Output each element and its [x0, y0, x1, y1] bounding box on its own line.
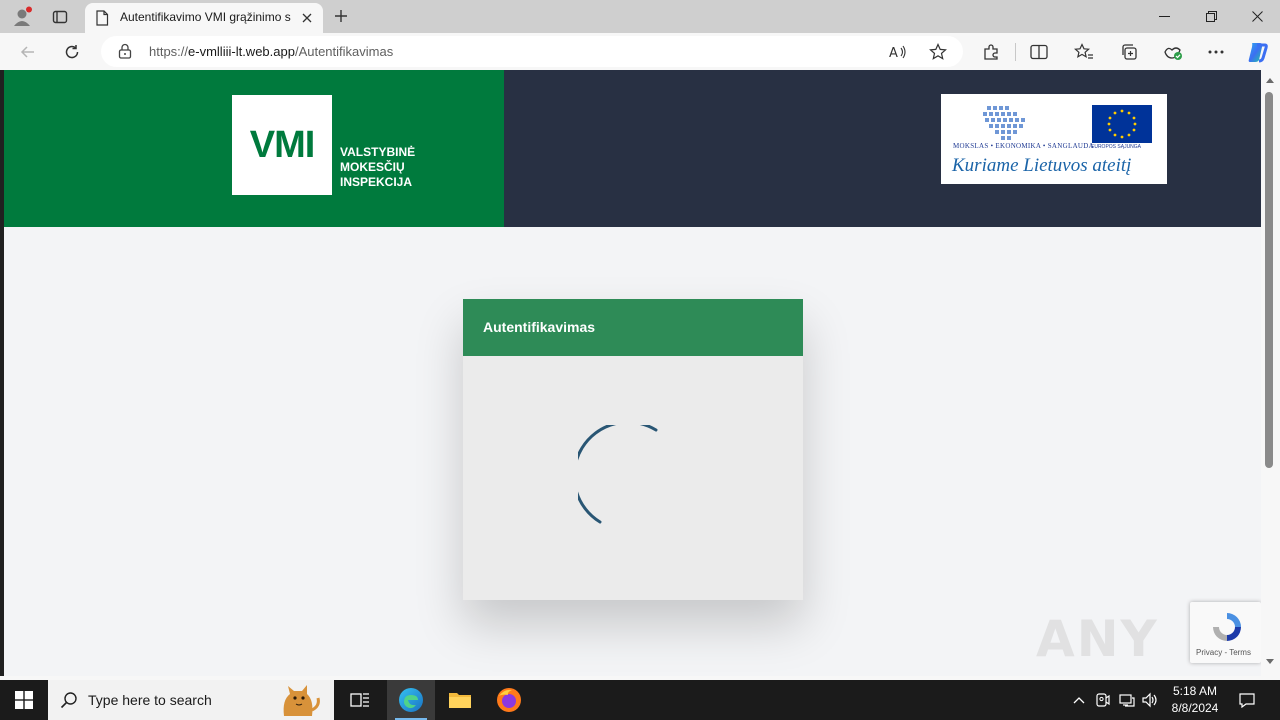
- task-view-button[interactable]: [336, 680, 384, 720]
- collections-icon[interactable]: [1116, 39, 1142, 65]
- favorite-star-icon[interactable]: [927, 41, 949, 63]
- svg-text:A: A: [889, 46, 898, 60]
- page-icon: [95, 10, 109, 30]
- recaptcha-icon: [1213, 613, 1241, 641]
- scrollbar-thumb[interactable]: [1265, 92, 1273, 468]
- firefox-icon: [497, 688, 521, 712]
- logo-line-1: VALSTYBINĖ: [340, 145, 416, 159]
- eu-subtitle: MOKSLAS • EKONOMIKA • SANGLAUDA: [953, 142, 1094, 150]
- vmi-logo-letters: VMI: [249, 123, 316, 166]
- network-icon[interactable]: [1117, 690, 1137, 710]
- meet-now-icon[interactable]: [1093, 690, 1113, 710]
- search-icon: [60, 692, 77, 709]
- tray-overflow-icon[interactable]: [1069, 690, 1089, 710]
- eu-slogan: Kuriame Lietuvos ateitį: [952, 155, 1132, 176]
- browser-titlebar: Autentifikavimo VMI grąžinimo s: [0, 0, 1280, 34]
- split-screen-icon[interactable]: [1026, 39, 1052, 65]
- auth-card-title: Autentifikavimas: [483, 319, 596, 335]
- browser-essentials-icon[interactable]: [1160, 39, 1186, 65]
- logo-line-3: INSPEKCIJA: [340, 175, 413, 189]
- page-scrollbar[interactable]: [1261, 70, 1280, 676]
- volume-icon[interactable]: [1140, 690, 1160, 710]
- taskbar-search-box[interactable]: Type here to search: [48, 680, 334, 720]
- scroll-up-icon[interactable]: [1265, 76, 1275, 84]
- copilot-icon[interactable]: [1244, 39, 1270, 65]
- tab-actions-icon[interactable]: [48, 5, 72, 29]
- eu-funds-banner: MOKSLAS • EKONOMIKA • SANGLAUDA EUROPOS …: [941, 94, 1167, 184]
- lithuania-map-icon: [983, 106, 1025, 140]
- auth-card-header: Autentifikavimas: [463, 299, 803, 356]
- minimize-button[interactable]: [1141, 0, 1187, 33]
- tab-close-icon[interactable]: [297, 8, 317, 28]
- page-viewport: VMI VALSTYBINĖ MOKESČIŲ INSPEKCIJA MOKSL…: [4, 70, 1261, 676]
- scroll-down-icon[interactable]: [1265, 658, 1275, 666]
- lock-icon[interactable]: [118, 43, 132, 63]
- taskbar-clock[interactable]: 5:18 AM 8/8/2024: [1162, 683, 1228, 717]
- close-window-button[interactable]: [1234, 0, 1280, 33]
- address-bar[interactable]: https://e-vmlliii-lt.web.app/Autentifika…: [101, 36, 963, 67]
- taskbar-explorer-button[interactable]: [436, 680, 484, 720]
- logo-line-2: MOKESČIŲ: [340, 160, 405, 174]
- edge-icon: [399, 688, 423, 712]
- clock-time: 5:18 AM: [1172, 684, 1218, 698]
- notifications-icon[interactable]: [1237, 690, 1257, 710]
- favorites-icon[interactable]: [1071, 39, 1097, 65]
- vmi-logo[interactable]: VMI: [232, 95, 332, 195]
- windows-logo-icon: [15, 691, 33, 709]
- back-button[interactable]: [15, 39, 41, 65]
- search-placeholder: Type here to search: [88, 692, 212, 708]
- eu-union-label: EUROPOS SĄJUNGA: [1091, 144, 1142, 150]
- refresh-button[interactable]: [59, 39, 85, 65]
- eu-flag-icon: [1092, 105, 1152, 143]
- taskbar-firefox-button[interactable]: [485, 680, 533, 720]
- cat-decoration-icon: [283, 685, 320, 716]
- profile-icon[interactable]: [10, 5, 34, 29]
- auth-card: Autentifikavimas: [463, 299, 803, 600]
- taskbar-edge-button[interactable]: [387, 680, 435, 720]
- taskbar: Type here to search 5:18 AM 8/8/2024: [0, 680, 1280, 720]
- url-text: https://e-vmlliii-lt.web.app/Autentifika…: [149, 44, 394, 59]
- tab-title: Autentifikavimo VMI grąžinimo s: [120, 10, 291, 24]
- read-aloud-icon[interactable]: A: [887, 41, 909, 63]
- vmi-logo-text: VALSTYBINĖ MOKESČIŲ INSPEKCIJA: [340, 145, 415, 190]
- start-button[interactable]: [0, 680, 48, 720]
- more-menu-icon[interactable]: [1203, 39, 1229, 65]
- browser-toolbar: https://e-vmlliii-lt.web.app/Autentifika…: [0, 33, 1280, 70]
- restore-button[interactable]: [1188, 0, 1234, 33]
- clock-date: 8/8/2024: [1171, 701, 1219, 715]
- loading-spinner-icon: [578, 425, 658, 524]
- recaptcha-links[interactable]: Privacy - Terms: [1196, 648, 1251, 657]
- active-tab[interactable]: Autentifikavimo VMI grąžinimo s: [85, 3, 323, 34]
- recaptcha-badge[interactable]: Privacy - Terms: [1190, 602, 1261, 663]
- toolbar-separator: [1015, 43, 1016, 61]
- new-tab-button[interactable]: [330, 5, 352, 27]
- extensions-icon[interactable]: [978, 39, 1004, 65]
- task-view-icon: [350, 693, 369, 707]
- folder-icon: [449, 693, 471, 708]
